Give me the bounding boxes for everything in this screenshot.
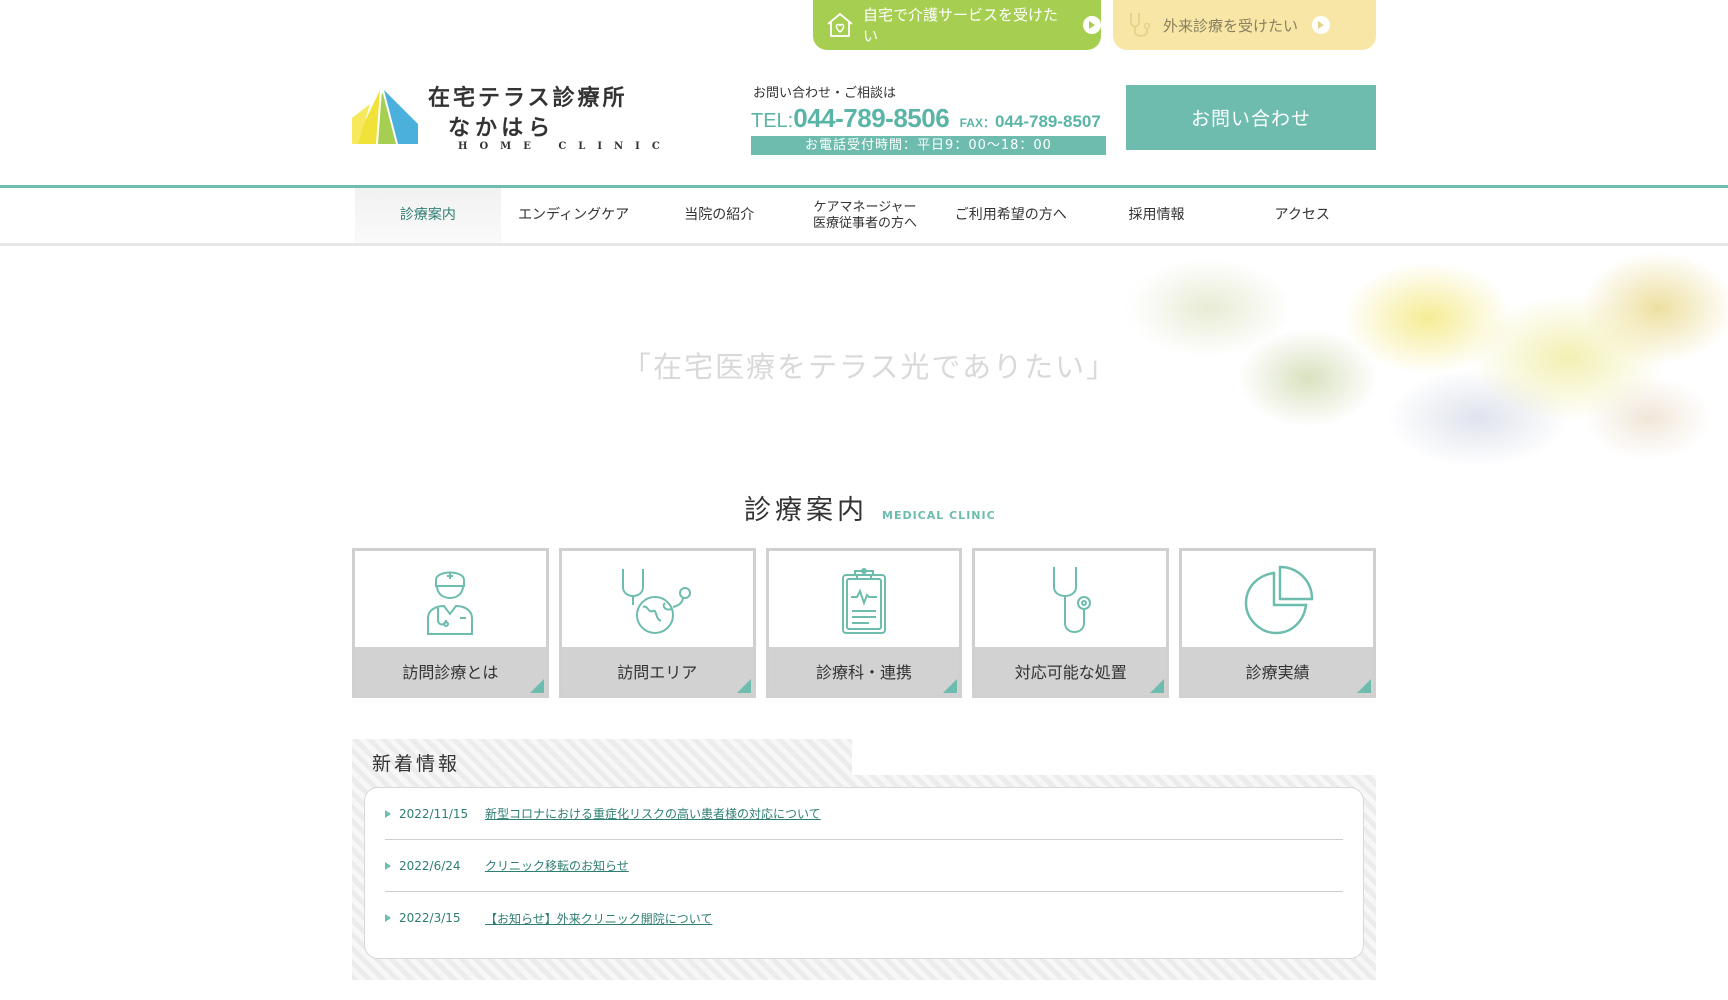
service-cards: 訪問診療とは 訪問エリア 診療科・連携 対応可能な処置 診療実績	[352, 548, 1376, 698]
card-visit-care[interactable]: 訪問診療とは	[352, 548, 549, 698]
outpatient-tab[interactable]: 外来診療を受けたい	[1113, 0, 1376, 50]
logo-english: HOME CLINIC	[458, 141, 672, 152]
nav-item-access[interactable]: アクセス	[1229, 188, 1375, 243]
stethoscope-icon	[1052, 566, 1091, 633]
bullet-arrow-icon	[385, 809, 391, 818]
news-list: 2022/11/15 新型コロナにおける重症化リスクの高い患者様の対応について …	[364, 787, 1364, 959]
card-departments[interactable]: 診療科・連携	[765, 548, 963, 698]
contact-phone-line: TEL:044-789-8506 FAX：044-789-8507	[751, 103, 1106, 134]
news-section: 新着情報 2022/11/15 新型コロナにおける重症化リスクの高い患者様の対応…	[352, 739, 1376, 980]
home-care-tab-label: 自宅で介護サービスを受けたい	[863, 6, 1059, 45]
news-date: 2022/6/24	[399, 858, 461, 873]
corner-arrow-icon	[1356, 679, 1371, 693]
tel-label: TEL:	[751, 110, 794, 132]
card-label: 診療科・連携	[768, 647, 960, 695]
nav-item-about[interactable]: 当院の紹介	[646, 188, 792, 243]
news-link[interactable]: 【お知らせ】外来クリニック開院について	[485, 910, 712, 927]
card-label: 対応可能な処置	[975, 647, 1167, 695]
logo-mark-icon	[352, 86, 418, 144]
corner-arrow-icon	[943, 679, 958, 693]
nav-item-medical-guide[interactable]: 診療案内	[355, 188, 501, 243]
phone-hours: お電話受付時間：平日9：00〜18：00	[751, 136, 1106, 155]
nav-item-ending-care[interactable]: エンディングケア	[501, 188, 647, 243]
stethoscope-globe-icon	[622, 568, 692, 634]
house-heart-icon	[825, 10, 855, 40]
play-arrow-icon	[1083, 16, 1101, 34]
news-item[interactable]: 2022/3/15 【お知らせ】外来クリニック開院について	[385, 892, 1343, 944]
corner-arrow-icon	[529, 679, 544, 693]
hero-banner: 「在宅医療をテラス光でありたい」	[0, 248, 1728, 468]
play-arrow-icon	[1312, 16, 1331, 34]
nav-item-for-users[interactable]: ご利用希望の方へ	[938, 188, 1084, 243]
fax-label: FAX：	[959, 116, 995, 130]
card-label: 訪問エリア	[561, 647, 753, 695]
doctor-icon	[427, 571, 474, 635]
corner-arrow-icon	[1150, 679, 1165, 693]
section-title: 診療案内 MEDICAL CLINIC	[744, 488, 996, 527]
news-link[interactable]: クリニック移転のお知らせ	[485, 857, 629, 874]
global-nav: 診療案内 エンディングケア 当院の紹介 ケアマネージャー 医療従事者の方へ ご利…	[0, 185, 1728, 246]
inquiry-button[interactable]: お問い合わせ	[1126, 85, 1376, 150]
news-date: 2022/3/15	[399, 911, 461, 925]
site-logo[interactable]: 在宅テラス診療所 なかはら HOME CLINIC	[352, 80, 660, 155]
outpatient-tab-label: 外来診療を受けたい	[1163, 16, 1299, 35]
tel-number[interactable]: 044-789-8506	[793, 103, 949, 133]
contact-info: お問い合わせ・ご相談は TEL:044-789-8506 FAX：044-789…	[751, 82, 1106, 155]
nav-item-care-managers[interactable]: ケアマネージャー 医療従事者の方へ	[792, 188, 938, 243]
contact-lead: お問い合わせ・ご相談は	[753, 86, 897, 101]
card-label: 訪問診療とは	[355, 647, 546, 695]
home-care-tab[interactable]: 自宅で介護サービスを受けたい	[813, 0, 1101, 50]
logo-title: 在宅テラス診療所	[428, 86, 628, 111]
bullet-arrow-icon	[385, 914, 391, 922]
hero-catchphrase: 「在宅医療をテラス光でありたい」	[622, 350, 1118, 384]
fax-number: 044-789-8507	[994, 112, 1101, 131]
news-title: 新着情報	[372, 753, 461, 775]
news-tab-shape	[852, 739, 1376, 775]
news-item[interactable]: 2022/6/24 クリニック移転のお知らせ	[385, 840, 1343, 892]
card-label: 診療実績	[1182, 647, 1373, 695]
pie-chart-icon	[1244, 565, 1313, 634]
logo-subtitle: なかはら	[448, 116, 556, 141]
corner-arrow-icon	[736, 679, 751, 693]
news-item[interactable]: 2022/11/15 新型コロナにおける重症化リスクの高い患者様の対応について	[385, 788, 1343, 840]
news-date: 2022/11/15	[399, 806, 469, 821]
nav-item-recruit[interactable]: 採用情報	[1084, 188, 1230, 243]
clipboard-icon	[841, 567, 886, 634]
bullet-arrow-icon	[385, 861, 391, 870]
section-title-en: MEDICAL CLINIC	[882, 509, 996, 522]
stethoscope-icon	[1125, 10, 1155, 40]
section-title-jp: 診療案内	[744, 495, 868, 526]
news-link[interactable]: 新型コロナにおける重症化リスクの高い患者様の対応について	[485, 805, 821, 822]
card-visit-area[interactable]: 訪問エリア	[558, 548, 756, 698]
card-results[interactable]: 診療実績	[1179, 548, 1376, 698]
card-treatments[interactable]: 対応可能な処置	[972, 548, 1170, 698]
